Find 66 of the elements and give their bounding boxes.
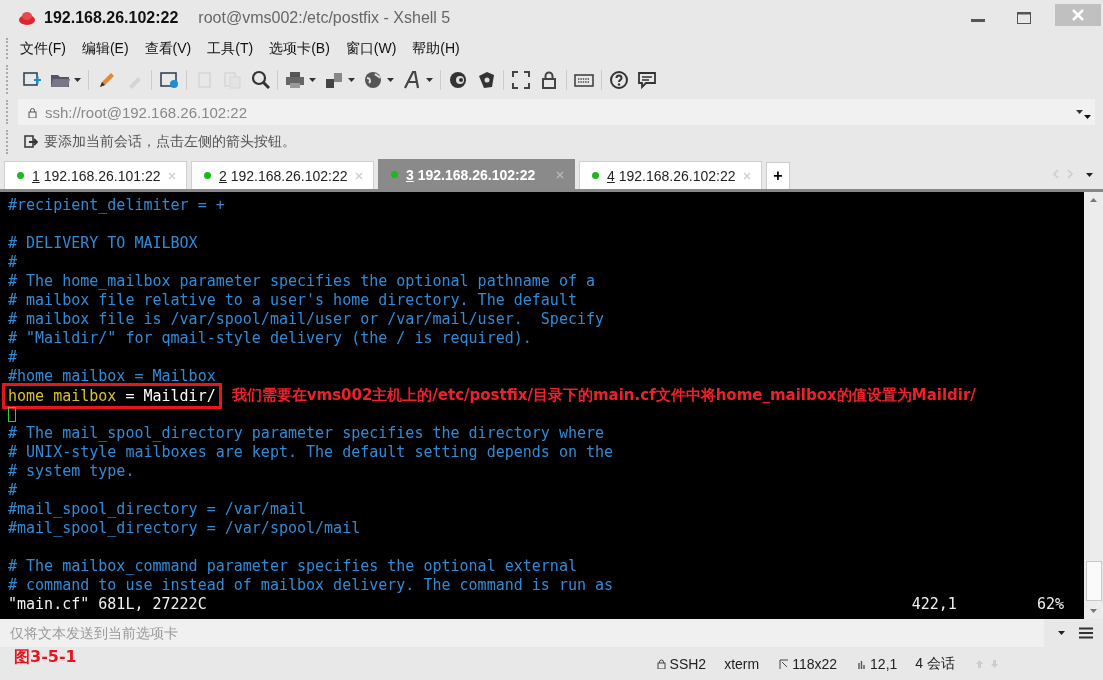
terminal-line: # mailbox file is /var/spool/mail/user or /var/mail/user. Specify (8, 310, 605, 329)
scroll-down-icon[interactable] (1090, 609, 1097, 613)
terminal-line: #mail_spool_directory = /var/mail (8, 500, 306, 519)
terminal-line: #recipient_delimiter = + (8, 196, 225, 215)
bar-chart-icon (857, 658, 867, 669)
terminal-size-label: 118x22 (792, 655, 838, 672)
window-title-host: 192.168.26.102:22 (44, 8, 179, 27)
cursor-position-label: 12,1 (870, 655, 898, 672)
terminal-type-label: xterm (724, 655, 760, 672)
dropdown-caret-icon[interactable] (426, 77, 433, 82)
compose-field[interactable]: 仅将文本发送到当前选项卡 (0, 619, 1044, 647)
scroll-up-icon[interactable] (1090, 198, 1097, 202)
new-tab-button[interactable]: + (766, 162, 790, 189)
session-tab[interactable]: 1 192.168.26.101:22 (4, 161, 187, 189)
config-key: home mailbox (8, 385, 117, 406)
terminal-line: # (8, 481, 18, 500)
terminal-line: # DELIVERY TO MAILBOX (8, 234, 198, 253)
dropdown-caret-icon[interactable] (387, 77, 394, 82)
file-info: "main.cf" 681L, 27222C (8, 595, 207, 614)
terminal-line: # command to use instead of mailbox delivery. The command is run as (8, 576, 614, 595)
terminal-line: # (8, 253, 18, 272)
menu-item[interactable]: 编辑(E) (81, 39, 129, 58)
app-logo-icon (18, 9, 36, 26)
terminal-line: # The mailbox_command parameter specifies the optional external (8, 557, 577, 576)
dropdown-caret-icon[interactable] (1058, 631, 1065, 635)
terminal-line: # The home_mailbox parameter specifies the optional pathname of a (8, 272, 595, 291)
session-count-label: 4 会话 (915, 654, 955, 673)
dropdown-caret-icon[interactable] (309, 77, 316, 82)
menu-icon[interactable] (1079, 627, 1093, 639)
session-tab[interactable]: 2 192.168.26.102:22 (191, 161, 374, 189)
terminal-line: # "Maildir/" for qmail-style delivery (the / is required). (8, 329, 532, 348)
cursor-position: 422,1 (911, 595, 957, 614)
dropdown-caret-icon[interactable] (74, 77, 81, 82)
terminal-line: # mailbox file relative to a user's home directory. The default (8, 291, 577, 310)
config-value: = Maildir/ (124, 385, 216, 406)
hint-text: 要添加当前会话，点击左侧的箭头按钮。 (44, 133, 296, 151)
menu-item[interactable]: 帮助(H) (412, 39, 460, 58)
lock-icon (656, 658, 666, 669)
terminal-line: #home mailbox = Mailbox (8, 367, 216, 386)
menu-item[interactable]: 工具(T) (207, 39, 254, 58)
add-session-arrow-icon[interactable] (24, 135, 38, 149)
printer-icon[interactable] (285, 69, 305, 90)
resize-icon (779, 658, 789, 669)
terminal-line: #mail_spool_directory = /var/spool/mail (8, 519, 361, 538)
menu-item[interactable]: 查看(V) (144, 39, 192, 58)
terminal-line: # system type. (8, 462, 135, 481)
window-title: root@vms002:/etc/postfix - Xshell 5 (198, 8, 451, 27)
terminal-line: # (8, 348, 18, 367)
annotation-text: 我们需要在vms002主机上的/etc/postfix/目录下的main.cf文件中将home_mailbox的值设置为Maildir/ (231, 386, 976, 405)
menu-item[interactable]: 文件(F) (20, 39, 66, 58)
text-cursor (8, 407, 16, 422)
dropdown-caret-icon[interactable] (348, 77, 355, 82)
globe-icon[interactable] (363, 69, 383, 90)
menu-item[interactable]: 选项卡(B) (269, 39, 330, 58)
scrollbar[interactable] (1084, 192, 1103, 619)
terminal-line: # UNIX-style mailboxes are kept. The default setting depends on the (8, 443, 614, 462)
dropdown-caret-icon[interactable] (1086, 173, 1093, 177)
figure-label: 图3-5-1 (14, 647, 77, 668)
scrollbar-thumb[interactable] (1085, 561, 1102, 601)
session-tab[interactable]: 4 192.168.26.102:22 (579, 161, 762, 189)
protocol-label: SSH2 (669, 655, 707, 672)
menu-item[interactable]: 窗口(W) (345, 39, 397, 58)
scroll-percent: 62% (1036, 595, 1064, 614)
terminal-line: # The mail_spool_directory parameter specifies the directory where (8, 424, 605, 443)
lock-icon (28, 106, 37, 118)
font-icon[interactable] (402, 69, 422, 90)
